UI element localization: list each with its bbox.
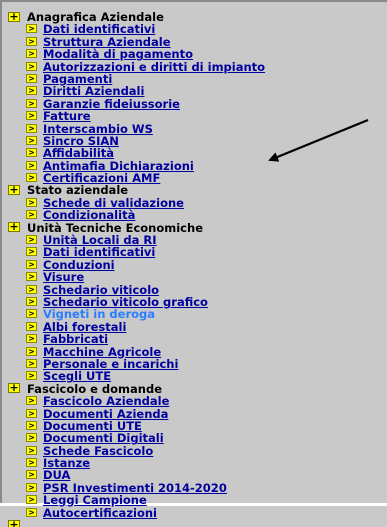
- arrow-right-icon: >: [26, 371, 37, 381]
- menu-item-autocertificazioni[interactable]: > Autocertificazioni: [8, 506, 387, 520]
- arrow-right-icon: >: [26, 24, 37, 34]
- arrow-right-icon: >: [26, 458, 37, 468]
- arrow-right-icon: >: [26, 408, 37, 418]
- expand-plus-icon[interactable]: +: [8, 519, 20, 527]
- menu-item-link[interactable]: Autocertificazioni: [43, 506, 157, 520]
- arrow-right-icon: >: [26, 420, 37, 430]
- arrow-right-icon: >: [26, 507, 37, 517]
- arrow-right-icon: >: [26, 148, 37, 158]
- arrow-right-icon: >: [26, 36, 37, 46]
- panel-border-top: [0, 0, 387, 2]
- arrow-right-icon: >: [26, 445, 37, 455]
- expand-plus-icon[interactable]: +: [8, 184, 20, 195]
- arrow-right-icon: >: [26, 135, 37, 145]
- arrow-right-icon: >: [26, 358, 37, 368]
- expand-plus-icon[interactable]: +: [8, 382, 20, 394]
- menu-panel: + Anagrafica Aziendale > Dati identificativ…: [0, 0, 387, 527]
- arrow-right-icon: >: [26, 86, 37, 96]
- menu-section-partial[interactable]: +: [8, 519, 387, 527]
- arrow-right-icon: >: [26, 235, 37, 245]
- arrow-right-icon: >: [26, 210, 37, 220]
- navigation-menu: + Anagrafica Aziendale > Dati identificativ…: [8, 11, 387, 527]
- arrow-right-icon: >: [26, 197, 37, 207]
- expand-plus-icon[interactable]: +: [8, 11, 20, 22]
- expand-plus-icon[interactable]: +: [8, 221, 20, 233]
- arrow-right-icon: >: [26, 321, 37, 331]
- arrow-right-icon: >: [26, 73, 37, 83]
- arrow-right-icon: >: [26, 98, 37, 108]
- arrow-right-icon: >: [26, 272, 37, 282]
- arrow-right-icon: >: [26, 247, 37, 257]
- arrow-right-icon: >: [26, 111, 37, 121]
- arrow-right-icon: >: [26, 346, 37, 356]
- arrow-right-icon: >: [26, 123, 37, 133]
- arrow-right-icon: >: [26, 396, 37, 406]
- arrow-right-icon: >: [26, 495, 37, 505]
- arrow-right-icon: >: [26, 433, 37, 443]
- arrow-right-icon: >: [26, 334, 37, 344]
- arrow-right-icon: >: [26, 309, 37, 319]
- arrow-right-icon: >: [26, 470, 37, 480]
- arrow-right-icon: >: [26, 173, 37, 183]
- arrow-right-icon: >: [26, 482, 37, 492]
- panel-border-left: [0, 0, 2, 506]
- arrow-right-icon: >: [26, 284, 37, 294]
- arrow-right-icon: >: [26, 49, 37, 59]
- arrow-right-icon: >: [26, 296, 37, 306]
- arrow-right-icon: >: [26, 61, 37, 71]
- arrow-right-icon: >: [26, 259, 37, 269]
- arrow-right-icon: >: [26, 160, 37, 170]
